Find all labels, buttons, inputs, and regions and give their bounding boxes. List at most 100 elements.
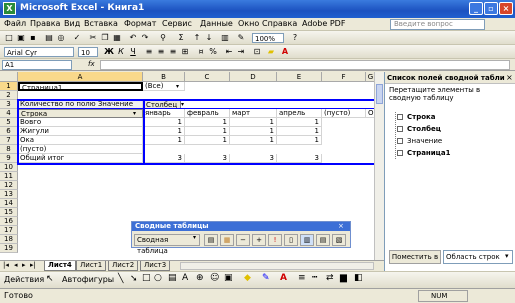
menu-help[interactable]: Справка [262, 19, 297, 28]
align-center-icon[interactable]: ≡ [156, 47, 166, 57]
row-item-cell[interactable]: Ока [18, 136, 143, 145]
close-icon[interactable]: × [338, 222, 344, 230]
column-header-cell[interactable]: февраль [185, 109, 230, 118]
chevron-down-icon[interactable]: ▾ [193, 234, 196, 241]
sort-asc-icon[interactable]: ↑ [192, 33, 202, 43]
decrease-indent-icon[interactable]: ⇤ [224, 47, 234, 57]
save-icon[interactable]: ▪ [28, 33, 38, 43]
field-settings-icon[interactable]: ▥ [300, 234, 314, 246]
arrow-icon[interactable]: ➘ [130, 274, 138, 284]
horizontal-scrollbar[interactable] [180, 262, 374, 270]
draw-actions-menu[interactable]: Действия [4, 275, 44, 284]
align-right-icon[interactable]: ≡ [168, 47, 178, 57]
pivot-toolbar-title[interactable]: Сводные таблицы [132, 222, 350, 231]
row-header[interactable]: 17 [0, 226, 18, 235]
vertical-scrollbar[interactable] [374, 72, 384, 260]
close-icon[interactable]: × [506, 73, 513, 82]
grand-total-cell[interactable]: 3 [143, 154, 185, 163]
currency-icon[interactable]: ¤ [196, 47, 206, 57]
fill-color-icon[interactable]: ▰ [266, 47, 276, 57]
fill-color-icon[interactable]: ◆ [244, 273, 251, 283]
column-header-a[interactable]: A [18, 72, 143, 82]
column-header-cell[interactable]: март [230, 109, 277, 118]
open-icon[interactable]: ▣ [16, 33, 26, 43]
row-header[interactable]: 16 [0, 217, 18, 226]
font-size-select[interactable]: 10 [78, 47, 98, 57]
row-header[interactable]: 4 [0, 109, 18, 118]
menu-insert[interactable]: Вставка [84, 19, 118, 28]
row-field-dropdown-icon[interactable]: ▾ [133, 110, 136, 117]
include-hidden-icon[interactable]: ▯ [284, 234, 298, 246]
column-header-c[interactable]: C [185, 72, 230, 82]
select-objects-icon[interactable]: ↖ [46, 274, 54, 284]
value-cell[interactable]: 1 [277, 127, 322, 136]
column-header-cell[interactable]: январь [143, 109, 185, 118]
field-item-page[interactable]: Страница1 [397, 148, 497, 158]
align-left-icon[interactable]: ≡ [144, 47, 154, 57]
oval-icon[interactable]: ○ [154, 273, 162, 283]
hyperlink-icon[interactable]: ⚲ [158, 33, 168, 43]
drawing-icon[interactable]: ✎ [236, 33, 246, 43]
rectangle-icon[interactable]: □ [142, 273, 151, 283]
formula-input[interactable] [100, 60, 510, 70]
value-cell[interactable]: 1 [230, 136, 277, 145]
paste-icon[interactable]: ▦ [112, 33, 122, 43]
picture-icon[interactable]: ▣ [224, 273, 233, 283]
value-cell[interactable]: 1 [185, 136, 230, 145]
clipart-icon[interactable]: ☺ [210, 273, 219, 283]
value-cell[interactable]: 1 [143, 136, 185, 145]
row-header[interactable]: 9 [0, 154, 18, 163]
options-icon[interactable]: ▧ [332, 234, 346, 246]
dash-style-icon[interactable]: ┅ [312, 273, 317, 283]
row-item-cell[interactable]: Вовго [18, 118, 143, 127]
grand-total-label[interactable]: Общий итог [18, 154, 143, 163]
field-item-column[interactable]: Столбец [397, 124, 497, 134]
cut-icon[interactable]: ✂ [88, 33, 98, 43]
underline-button[interactable]: Ч [128, 47, 138, 57]
restore-button[interactable]: ▫ [484, 2, 498, 15]
wordart-icon[interactable]: A [182, 273, 188, 283]
column-header-e[interactable]: E [277, 72, 322, 82]
row-header[interactable]: 11 [0, 172, 18, 181]
value-cell[interactable]: 1 [143, 118, 185, 127]
font-color-icon[interactable]: A [280, 273, 287, 283]
zoom-select[interactable]: 100% [252, 33, 284, 43]
page-field-dropdown-arrow-icon[interactable]: ▾ [176, 83, 179, 90]
row-header[interactable]: 8 [0, 145, 18, 154]
menu-edit[interactable]: Правка [30, 19, 60, 28]
italic-button[interactable]: К [116, 47, 126, 57]
fx-icon[interactable]: fx [88, 60, 95, 68]
row-header[interactable]: 2 [0, 91, 18, 100]
close-button[interactable]: × [499, 2, 513, 15]
sort-desc-icon[interactable]: ↓ [204, 33, 214, 43]
row-header[interactable]: 15 [0, 208, 18, 217]
value-cell[interactable]: 1 [230, 127, 277, 136]
row-header[interactable]: 1 [0, 82, 18, 91]
column-header-g[interactable]: G [366, 72, 374, 82]
spelling-icon[interactable]: ✓ [72, 33, 82, 43]
column-field-dropdown-icon[interactable]: ▾ [181, 101, 184, 108]
font-color-icon[interactable]: A [280, 47, 290, 57]
borders-icon[interactable]: ⊡ [252, 47, 262, 57]
area-select[interactable]: Область строк [443, 250, 513, 264]
grand-total-cell[interactable]: 3 [185, 154, 230, 163]
help-search-input[interactable]: Введите вопрос [390, 19, 485, 30]
row-header[interactable]: 7 [0, 136, 18, 145]
help-icon[interactable]: ? [290, 33, 300, 43]
page-field-label[interactable]: Страница1 [18, 82, 143, 91]
minimize-button[interactable]: _ [469, 2, 483, 15]
row-item-cell[interactable]: Жигули [18, 127, 143, 136]
scroll-thumb[interactable] [376, 84, 383, 104]
column-header-b[interactable]: B [143, 72, 185, 82]
format-report-icon[interactable]: ▤ [204, 234, 218, 246]
autosum-icon[interactable]: Σ [176, 33, 186, 43]
value-cell[interactable]: 1 [143, 127, 185, 136]
row-header[interactable]: 12 [0, 181, 18, 190]
menu-data[interactable]: Данные [200, 19, 233, 28]
field-item-value[interactable]: Значение [397, 136, 497, 146]
menu-view[interactable]: Вид [64, 19, 80, 28]
row-header[interactable]: 19 [0, 244, 18, 253]
tab-scroll-next-icon[interactable]: ▸ [22, 261, 26, 269]
menu-tools[interactable]: Сервис [162, 19, 192, 28]
hide-detail-icon[interactable]: − [236, 234, 250, 246]
